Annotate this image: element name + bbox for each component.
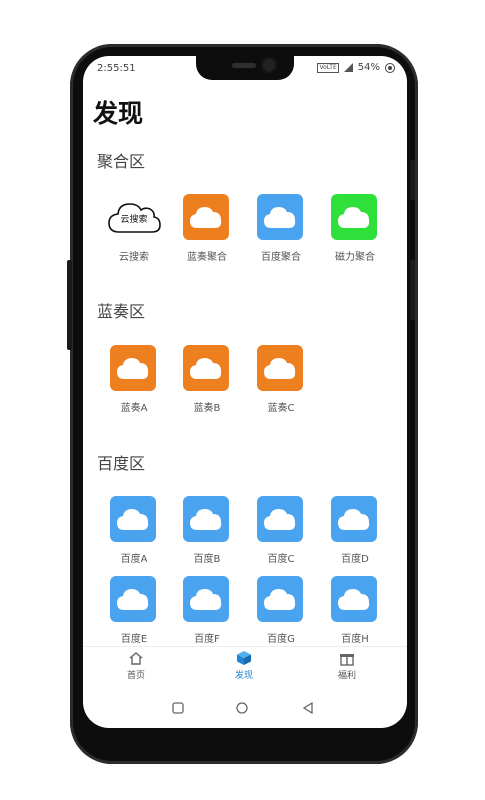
tile-label: 蓝奏聚合 — [187, 252, 227, 263]
tile-baidu-b[interactable]: 百度B — [177, 496, 237, 576]
tile-lanzou-a[interactable]: 蓝奏A — [104, 345, 164, 425]
cloud-search-icon-text: 云搜索 — [120, 215, 148, 225]
tile-baidu-a[interactable]: 百度A — [104, 496, 164, 576]
battery-text: 54% — [357, 62, 380, 73]
page-title: 发现 — [93, 99, 144, 128]
gift-icon — [340, 654, 354, 666]
cloud-icon — [257, 194, 303, 240]
tile-label: 百度D — [341, 554, 369, 565]
tabbar-divider — [83, 646, 407, 647]
tab-welfare[interactable]: 福利 — [317, 650, 377, 681]
status-icons: VoLTE 54% — [317, 62, 395, 73]
side-button-left — [67, 260, 72, 350]
tile-lanzou-c[interactable]: 蓝奏C — [251, 345, 311, 425]
tile-label: 百度B — [193, 554, 221, 565]
cloud-icon — [110, 496, 156, 542]
tile-label: 百度E — [120, 634, 148, 645]
tile-lanzou-b[interactable]: 蓝奏B — [177, 345, 237, 425]
tile-label: 百度聚合 — [261, 252, 301, 263]
tile-baidu-aggregate[interactable]: 百度聚合 — [251, 194, 311, 274]
screen: 2:55:51 VoLTE 54% 发现 聚合区 云搜索 云搜索 蓝奏聚合 百度… — [83, 56, 407, 728]
tile-cloud-search[interactable]: 云搜索 云搜索 — [104, 194, 164, 274]
tile-baidu-d[interactable]: 百度D — [325, 496, 385, 576]
tile-label: 蓝奏B — [193, 403, 221, 414]
tile-label: 百度C — [267, 554, 295, 565]
volume-button — [410, 260, 415, 320]
tile-magnet-aggregate[interactable]: 磁力聚合 — [325, 194, 385, 274]
tile-lanzou-aggregate[interactable]: 蓝奏聚合 — [177, 194, 237, 274]
tab-label: 首页 — [126, 671, 145, 681]
cloud-icon — [183, 576, 229, 622]
cloud-icon — [110, 576, 156, 622]
cloud-icon — [331, 194, 377, 240]
cloud-icon — [331, 496, 377, 542]
cloud-icon — [183, 496, 229, 542]
cloud-icon — [183, 345, 229, 391]
cloud-icon — [257, 496, 303, 542]
tile-label: 百度A — [120, 554, 148, 565]
section-title-aggregate: 聚合区 — [97, 152, 146, 171]
notch — [196, 56, 294, 80]
circle-icon[interactable] — [236, 702, 248, 714]
volte-badge: VoLTE — [317, 62, 339, 73]
power-button — [410, 160, 415, 200]
square-icon[interactable] — [172, 702, 184, 714]
tab-discover[interactable]: 发现 — [214, 650, 274, 681]
tile-baidu-e[interactable]: 百度E — [104, 576, 164, 656]
tile-baidu-h[interactable]: 百度H — [325, 576, 385, 656]
tile-label: 云搜索 — [119, 252, 149, 263]
section-title-lanzou: 蓝奏区 — [97, 302, 146, 321]
tile-baidu-g[interactable]: 百度G — [251, 576, 311, 656]
speaker — [232, 63, 256, 68]
tile-label: 蓝奏C — [267, 403, 295, 414]
home-icon — [129, 652, 143, 665]
cloud-icon — [257, 576, 303, 622]
cube-icon — [237, 651, 251, 665]
tile-baidu-f[interactable]: 百度F — [177, 576, 237, 656]
cloud-icon — [110, 345, 156, 391]
system-nav-bar — [83, 698, 407, 718]
tab-label: 福利 — [337, 671, 356, 681]
section-title-baidu: 百度区 — [97, 454, 146, 473]
tile-label: 百度H — [341, 634, 369, 645]
cloud-icon — [257, 345, 303, 391]
tab-home[interactable]: 首页 — [106, 650, 166, 681]
cloud-icon — [331, 576, 377, 622]
tile-label: 磁力聚合 — [335, 252, 375, 263]
tile-baidu-c[interactable]: 百度C — [251, 496, 311, 576]
triangle-back-icon[interactable] — [302, 702, 314, 714]
location-icon — [385, 62, 395, 73]
cloud-icon — [183, 194, 229, 240]
tile-label: 百度F — [194, 634, 220, 645]
front-camera — [263, 59, 275, 71]
tab-label: 发现 — [234, 671, 253, 681]
signal-icon — [343, 63, 353, 72]
tile-label: 蓝奏A — [120, 403, 148, 414]
status-time: 2:55:51 — [97, 63, 136, 74]
tile-label: 百度G — [267, 634, 295, 645]
